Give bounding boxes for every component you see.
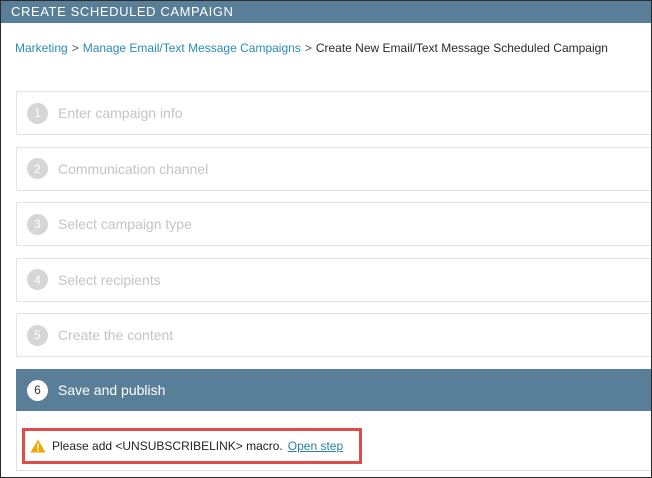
step-number: 5 bbox=[27, 324, 48, 346]
breadcrumb-current: Create New Email/Text Message Scheduled … bbox=[315, 41, 608, 55]
step-save-and-publish[interactable]: 6 Save and publish bbox=[16, 368, 651, 412]
step-number: 4 bbox=[27, 269, 48, 290]
unsubscribe-warning: Please add <UNSUBSCRIBELINK> macro. Open… bbox=[22, 428, 362, 464]
step-label: Enter campaign info bbox=[58, 105, 183, 121]
step-select-recipients[interactable]: 4 Select recipients bbox=[16, 257, 651, 302]
step-label: Create the content bbox=[58, 327, 174, 343]
step-label: Communication channel bbox=[58, 160, 209, 177]
step-create-content[interactable]: 5 Create the content bbox=[16, 313, 651, 357]
step-number: 3 bbox=[27, 213, 48, 235]
breadcrumb-manage-campaigns[interactable]: Manage Email/Text Message Campaigns bbox=[83, 41, 301, 55]
breadcrumb: Marketing > Manage Email/Text Message Camp… bbox=[15, 41, 608, 55]
step-communication-channel[interactable]: 2 Communication channel bbox=[16, 146, 651, 191]
open-step-link[interactable]: Open step bbox=[288, 439, 343, 453]
step-label: Select campaign type bbox=[58, 216, 192, 232]
wizard-steps: 1 Enter campaign info 2 Communication ch… bbox=[16, 91, 651, 412]
warning-message: Please add <UNSUBSCRIBELINK> macro. bbox=[52, 439, 283, 453]
dialog-title: CREATE SCHEDULED CAMPAIGN bbox=[1, 1, 651, 23]
step-label: Save and publish bbox=[58, 382, 166, 398]
step-select-campaign-type[interactable]: 3 Select campaign type bbox=[16, 202, 651, 246]
breadcrumb-separator: > bbox=[304, 41, 312, 55]
campaign-dialog: CREATE SCHEDULED CAMPAIGN Marketing > Mana… bbox=[0, 0, 652, 478]
step-number: 1 bbox=[27, 102, 48, 124]
breadcrumb-separator: > bbox=[71, 41, 79, 55]
step-enter-campaign-info[interactable]: 1 Enter campaign info bbox=[16, 91, 651, 135]
step-label: Select recipients bbox=[58, 271, 161, 288]
step-number: 6 bbox=[27, 379, 48, 401]
step-number: 2 bbox=[27, 158, 48, 179]
breadcrumb-marketing[interactable]: Marketing bbox=[15, 41, 68, 55]
warning-triangle-icon bbox=[30, 439, 46, 453]
